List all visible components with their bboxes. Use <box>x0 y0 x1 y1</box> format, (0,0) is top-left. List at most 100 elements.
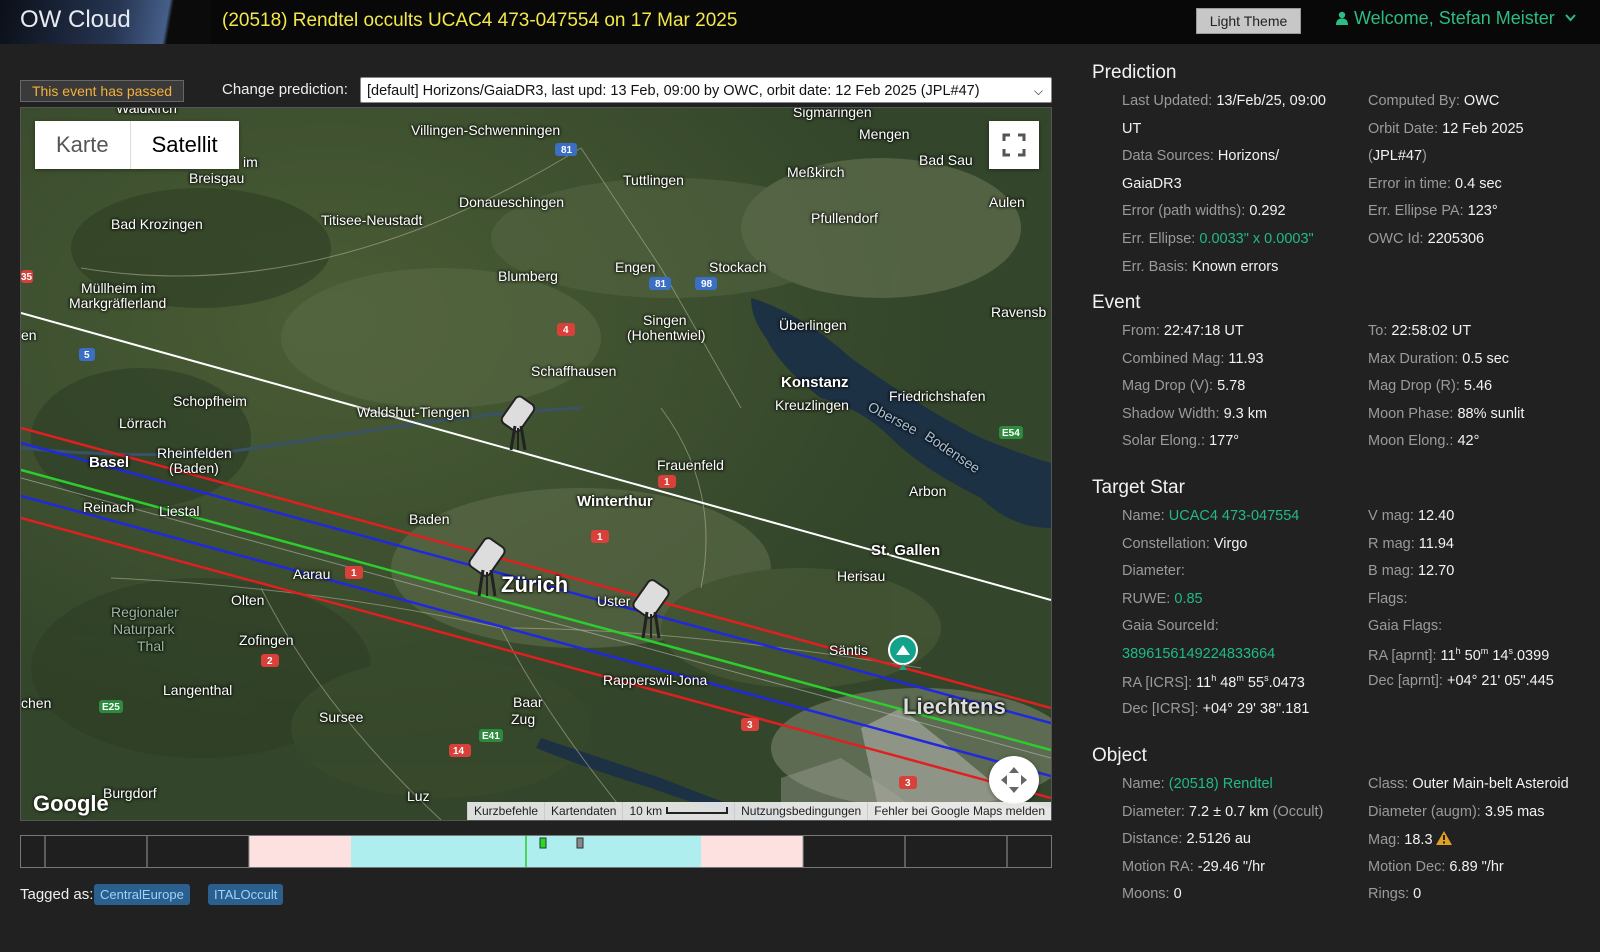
field-label: Data Sources: <box>1122 148 1214 164</box>
field-label: V mag: <box>1368 508 1414 524</box>
motion-ra-value: -29.46 "/hr <box>1197 859 1265 875</box>
road-shield: 4 <box>563 325 569 336</box>
field-label: Name: <box>1122 776 1165 792</box>
road-shield: 2 <box>267 656 273 667</box>
change-prediction-label: Change prediction: <box>222 81 348 98</box>
brand-text[interactable]: OW Cloud <box>20 6 131 34</box>
error-time-value: 0.4 sec <box>1455 176 1502 192</box>
object-name-link[interactable]: (20518) Rendtel <box>1169 776 1273 792</box>
computed-by-value: OWC <box>1463 93 1500 109</box>
ra-icrs-value: 11h 48m 55s.0473 <box>1196 673 1305 691</box>
field-label: Moons: <box>1122 886 1170 902</box>
brand-logo[interactable]: OW Cloud <box>0 0 210 44</box>
road-shield: 35 <box>21 272 33 283</box>
field-label: R mag: <box>1368 536 1415 552</box>
road-shields: 81 81 98 4 5 1 1 1 2 14 E41 E25 E54 3 3 … <box>21 143 1023 789</box>
road-shield: E41 <box>482 731 500 742</box>
map-type-karte-button[interactable]: Karte <box>35 121 130 169</box>
fullscreen-icon <box>1002 133 1026 157</box>
keyboard-shortcuts-link[interactable]: Kurzbefehle <box>467 802 545 820</box>
road-shield: E54 <box>1002 428 1020 439</box>
field-label: Solar Elong.: <box>1122 433 1206 449</box>
field-label: Max Duration: <box>1368 351 1459 367</box>
chevron-down-icon <box>1565 14 1576 22</box>
data-sources-value-cont: GaiaDR3 <box>1122 176 1182 192</box>
mag-drop-r-value: 5.46 <box>1463 378 1493 394</box>
motion-dec-value: 6.89 "/hr <box>1449 859 1504 875</box>
field-label: Moon Phase: <box>1368 406 1454 422</box>
light-theme-button[interactable]: Light Theme <box>1196 8 1301 34</box>
field-label: Name: <box>1122 508 1165 524</box>
welcome-text: Welcome, Stefan Meister <box>1354 8 1555 28</box>
field-label: Diameter: <box>1122 563 1185 579</box>
max-duration-value: 0.5 sec <box>1462 351 1510 367</box>
user-menu[interactable]: Welcome, Stefan Meister <box>1336 8 1576 29</box>
field-label: Distance: <box>1122 831 1183 847</box>
field-label: OWC Id: <box>1368 231 1424 247</box>
road-shield: 1 <box>597 532 603 543</box>
field-label: Moon Elong.: <box>1368 433 1454 449</box>
moon-phase-value: 88% sunlit <box>1457 406 1525 422</box>
to-value: 22:58:02 UT <box>1391 323 1472 339</box>
terms-link[interactable]: Nutzungsbedingungen <box>734 802 868 820</box>
field-label: Err. Basis: <box>1122 259 1189 275</box>
map-attribution: Kurzbefehle Kartendaten 10 km Nutzungsbe… <box>467 802 1051 820</box>
constellation-value: Virgo <box>1213 536 1248 552</box>
tag-centraleurope[interactable]: CentralEurope <box>94 884 190 905</box>
camera-control-button[interactable] <box>989 756 1039 804</box>
field-label: Error (path widths): <box>1122 203 1246 219</box>
road-shield: E25 <box>102 702 120 713</box>
road-shield: 1 <box>351 568 357 579</box>
field-label: Dec [ICRS]: <box>1122 701 1199 717</box>
star-name-link[interactable]: UCAC4 473-047554 <box>1169 508 1300 524</box>
tag-italoccult[interactable]: ITALOccult <box>208 884 284 905</box>
event-heading: Event <box>1092 292 1141 313</box>
diameter-augm-value: 3.95 mas <box>1484 804 1545 820</box>
shadow-width-value: 9.3 km <box>1223 406 1268 422</box>
err-pa-value: 123° <box>1467 203 1498 219</box>
field-label: RA [ICRS]: <box>1122 674 1193 691</box>
from-value: 22:47:18 UT <box>1163 323 1244 339</box>
warning-icon <box>1435 831 1452 845</box>
road-shield: 81 <box>655 279 667 290</box>
object-heading: Object <box>1092 745 1147 766</box>
field-label: Mag Drop (R): <box>1368 378 1460 394</box>
prediction-heading: Prediction <box>1092 62 1177 83</box>
field-label: Error in time: <box>1368 176 1451 192</box>
class-value: Outer Main-belt Asteroid <box>1412 776 1569 792</box>
diameter-value: 7.2 ± 0.7 km <box>1188 804 1269 820</box>
field-label: From: <box>1122 323 1160 339</box>
event-timeline[interactable] <box>20 835 1052 868</box>
data-sources-value: Horizons/ <box>1217 148 1280 164</box>
field-label: Err. Ellipse PA: <box>1368 203 1464 219</box>
gaia-source-id-link[interactable]: 3896156149224833664 <box>1122 646 1275 662</box>
map-scale[interactable]: 10 km <box>622 802 735 820</box>
road-shield: 14 <box>453 746 465 757</box>
event-title: (20518) Rendtel occults UCAC4 473-047554… <box>222 10 738 31</box>
field-label: B mag: <box>1368 563 1414 579</box>
field-label: Combined Mag: <box>1122 351 1225 367</box>
field-label: Diameter: <box>1122 804 1185 820</box>
ruwe-link[interactable]: 0.85 <box>1174 591 1202 607</box>
top-bar: OW Cloud (20518) Rendtel occults UCAC4 4… <box>0 0 1600 44</box>
map-type-switch[interactable]: Karte Satellit <box>35 121 239 169</box>
field-label: Gaia Flags: <box>1368 618 1443 634</box>
prediction-select[interactable]: [default] Horizons/GaiaDR3, last upd: 13… <box>360 77 1052 103</box>
err-ellipse-link[interactable]: 0.0033" x 0.0003" <box>1199 231 1313 247</box>
map-scale-label: 10 km <box>629 804 663 818</box>
event-passed-badge: This event has passed <box>20 80 184 102</box>
bmag-value: 12.70 <box>1417 563 1455 579</box>
orbit-ref-link[interactable]: JPL#47 <box>1373 148 1422 164</box>
road-shield: 5 <box>84 350 90 361</box>
map-view[interactable]: Waldkirch Villingen-Schwenningen Sigmari… <box>20 107 1052 821</box>
fullscreen-button[interactable] <box>989 121 1039 169</box>
map-data-link[interactable]: Kartendaten <box>544 802 623 820</box>
report-error-link[interactable]: Fehler bei Google Maps melden <box>867 802 1051 820</box>
field-label: Rings: <box>1368 886 1410 902</box>
rings-value: 0 <box>1413 886 1422 902</box>
map-type-satellit-button[interactable]: Satellit <box>129 121 239 169</box>
road-shield: 3 <box>905 778 911 789</box>
dec-icrs-value: +04° 29' 38".181 <box>1202 701 1310 717</box>
field-label: Motion RA: <box>1122 859 1194 875</box>
last-updated-value: 13/Feb/25, 09:00 <box>1216 93 1326 109</box>
